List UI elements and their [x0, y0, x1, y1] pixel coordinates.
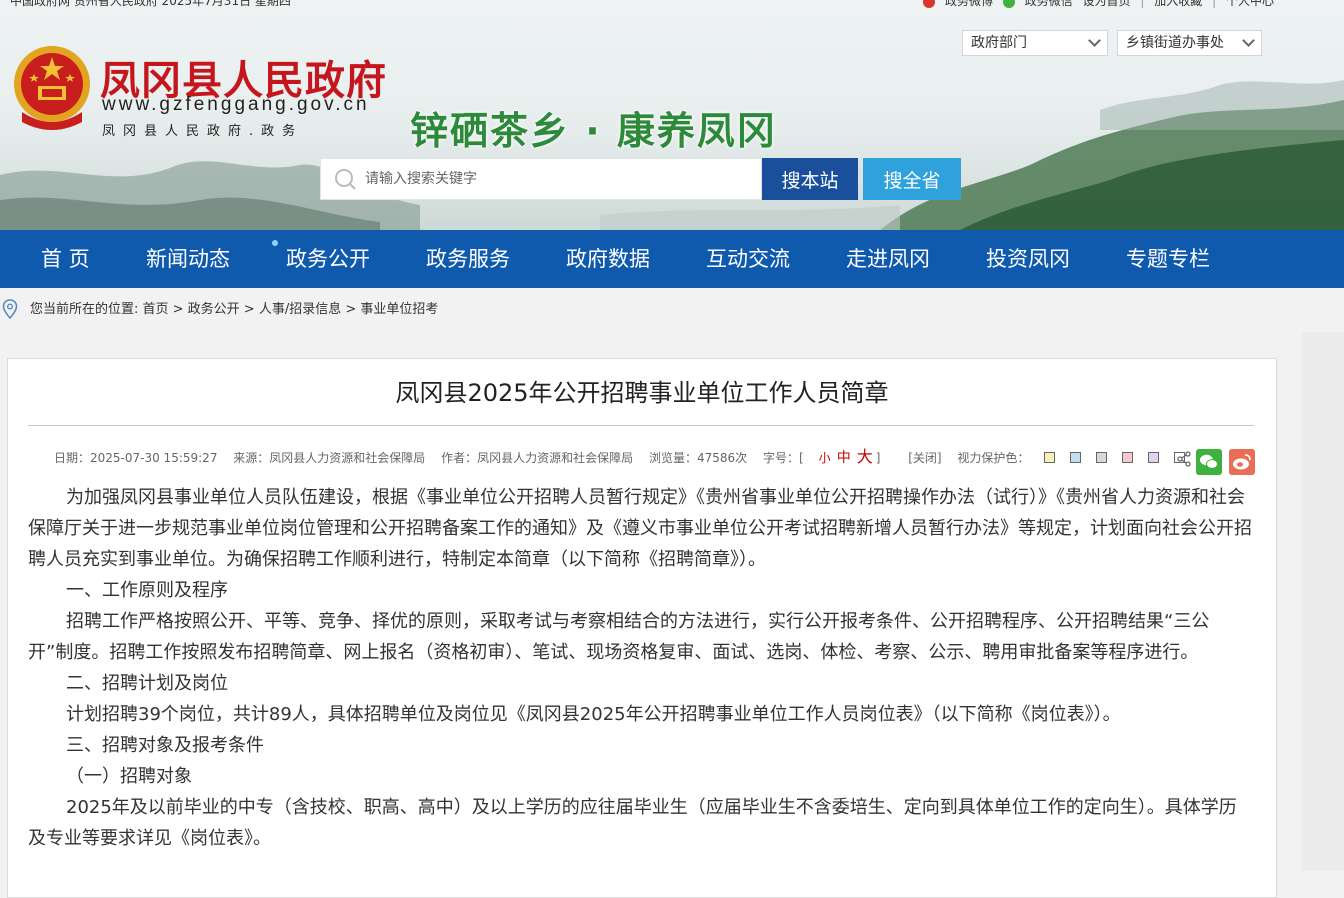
share-icon[interactable] — [1176, 451, 1192, 467]
national-emblem-logo[interactable] — [10, 42, 94, 132]
font-size-bracket: ] — [875, 451, 881, 465]
slogan: 锌硒茶乡 · 康养凤冈 — [410, 109, 777, 153]
font-size-label: 字号：[ — [762, 451, 804, 465]
eye-color-swatch-gray[interactable] — [1096, 452, 1108, 463]
search-site-button[interactable]: 搜本站 — [762, 158, 858, 200]
paragraph: 招聘工作严格按照公开、平等、竞争、择优的原则，采取考试与考察相结合的方法进行，实… — [28, 611, 1210, 663]
top-utility-bar: 中国政府网 贵州省人民政府 2025年7月31日 星期四 政务微博 政务微信 设… — [0, 0, 1344, 8]
nav-item-gov-affairs-open[interactable]: 政务公开 — [272, 230, 370, 288]
topbar-link-favorite[interactable]: 加入收藏 — [1154, 0, 1202, 8]
nav-item-label: 政务公开 — [286, 247, 370, 271]
title-divider — [28, 425, 1254, 426]
section-heading: 三、招聘对象及报考条件 — [66, 735, 264, 756]
location-pin-icon — [2, 299, 18, 319]
eye-color-swatch-pink[interactable] — [1122, 452, 1134, 463]
breadcrumb: 您当前所在的位置: 首页 > 政务公开 > 人事/招录信息 > 事业单位招考 — [0, 288, 1344, 332]
topbar-right-links: 政务微博 政务微信 设为首页 | 加入收藏 | 个人中心 — [917, 0, 1274, 8]
topbar-link-weibo[interactable]: 政务微博 — [945, 0, 993, 8]
topbar-link-homepage[interactable]: 设为首页 — [1083, 0, 1131, 8]
section-heading: 二、招聘计划及岗位 — [66, 673, 228, 694]
eye-color-swatch-purple[interactable] — [1148, 452, 1160, 463]
nav-item-home[interactable]: 首 页 — [41, 230, 90, 288]
nav-item-interaction[interactable]: 互动交流 — [706, 230, 790, 288]
font-medium-button[interactable]: 中 — [837, 450, 851, 466]
nav-item-invest[interactable]: 投资凤冈 — [986, 230, 1070, 288]
nav-item-gov-services[interactable]: 政务服务 — [426, 230, 510, 288]
meta-date: 日期：2025-07-30 15:59:27 — [54, 451, 218, 465]
meta-views: 浏览量：47586次 — [648, 451, 748, 465]
dept-dropdown-label: 政府部门 — [971, 35, 1027, 51]
topbar-link-personal[interactable]: 个人中心 — [1226, 0, 1274, 8]
chevron-down-icon — [1088, 34, 1101, 47]
main-nav: 首 页 新闻动态 政务公开 政务服务 政府数据 互动交流 走进凤冈 投资凤冈 专… — [0, 230, 1344, 288]
nav-item-topics[interactable]: 专题专栏 — [1126, 230, 1210, 288]
topbar-divider: | — [1212, 0, 1217, 8]
weibo-icon — [923, 0, 936, 8]
search-province-button[interactable]: 搜全省 — [863, 158, 961, 200]
close-article-link[interactable]: [关闭] — [908, 451, 941, 465]
nav-item-gov-data[interactable]: 政府数据 — [566, 230, 650, 288]
article-title: 凤冈县2025年公开招聘事业单位工作人员简章 — [395, 379, 889, 407]
article-meta: 日期：2025-07-30 15:59:27 来源：凤冈县人力资源和社会保障局 … — [54, 443, 1197, 467]
article-panel: 凤冈县2025年公开招聘事业单位工作人员简章 日期：2025-07-30 15:… — [7, 358, 1277, 898]
town-dropdown[interactable]: 乡镇街道办事处 — [1117, 30, 1262, 56]
search-icon — [335, 169, 356, 190]
search-box — [320, 158, 762, 200]
weibo-share-icon[interactable] — [1229, 449, 1255, 475]
nav-item-about[interactable]: 走进凤冈 — [846, 230, 930, 288]
paragraph: 为加强凤冈县事业单位人员队伍建设，根据《事业单位公开招聘人员暂行规定》《贵州省事… — [28, 487, 1252, 570]
meta-author: 作者：凤冈县人力资源和社会保障局 — [441, 451, 634, 465]
wechat-share-icon[interactable] — [1196, 449, 1222, 475]
topbar-link-wechat[interactable]: 政务微信 — [1025, 0, 1073, 8]
section-heading: 一、工作原则及程序 — [66, 580, 228, 601]
paragraph: 计划招聘39个岗位，共计89人，具体招聘单位及岗位见《凤冈县2025年公开招聘事… — [66, 704, 1121, 725]
eye-color-swatch-blue[interactable] — [1070, 452, 1082, 463]
font-size-control: 字号：[ 小中大] — [762, 447, 892, 466]
active-dot-icon — [272, 240, 278, 246]
chevron-down-icon — [1242, 34, 1255, 47]
meta-source: 来源：凤冈县人力资源和社会保障局 — [233, 451, 426, 465]
topbar-divider: | — [1140, 0, 1145, 8]
font-large-button[interactable]: 大 — [857, 447, 873, 466]
search-input[interactable] — [365, 159, 755, 199]
eye-protect-label: 视力保护色： — [957, 451, 1030, 465]
topbar-left-text: 中国政府网 贵州省人民政府 2025年7月31日 星期四 — [10, 0, 291, 8]
site-subtitle: 凤冈县人民政府.政务 — [102, 124, 304, 139]
breadcrumb-text[interactable]: 您当前所在的位置: 首页 > 政务公开 > 人事/招录信息 > 事业单位招考 — [30, 288, 438, 332]
site-header: 中国政府网 贵州省人民政府 2025年7月31日 星期四 政务微博 政务微信 设… — [0, 0, 1344, 230]
subsection-heading: （一）招聘对象 — [66, 766, 192, 787]
wechat-icon — [1002, 0, 1015, 8]
nav-item-news[interactable]: 新闻动态 — [146, 230, 230, 288]
site-url: www.gzfenggang.gov.cn — [102, 94, 370, 115]
paragraph: 2025年及以前毕业的中专（含技校、职高、高中）及以上学历的应往届毕业生（应届毕… — [28, 797, 1237, 849]
article-body: 为加强凤冈县事业单位人员队伍建设，根据《事业单位公开招聘人员暂行规定》《贵州省事… — [28, 482, 1254, 854]
town-dropdown-label: 乡镇街道办事处 — [1126, 35, 1224, 51]
eye-color-swatch-yellow[interactable] — [1044, 452, 1056, 463]
font-small-button[interactable]: 小 — [819, 451, 831, 465]
right-gutter — [1302, 332, 1344, 871]
dept-dropdown[interactable]: 政府部门 — [962, 30, 1108, 56]
